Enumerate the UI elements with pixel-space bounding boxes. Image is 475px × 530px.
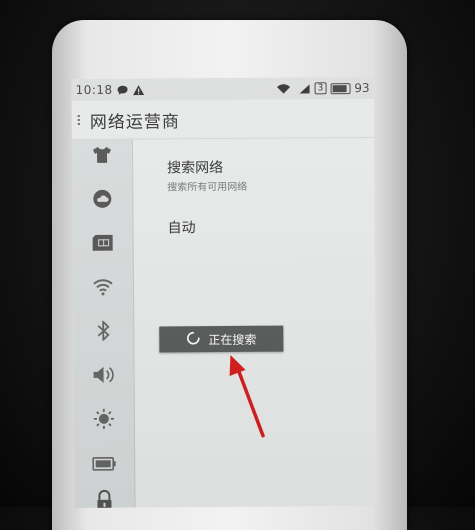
annotation-arrow-icon bbox=[72, 77, 377, 508]
phone-screen: 10:18 3 93 网络运营商 bbox=[72, 77, 377, 508]
